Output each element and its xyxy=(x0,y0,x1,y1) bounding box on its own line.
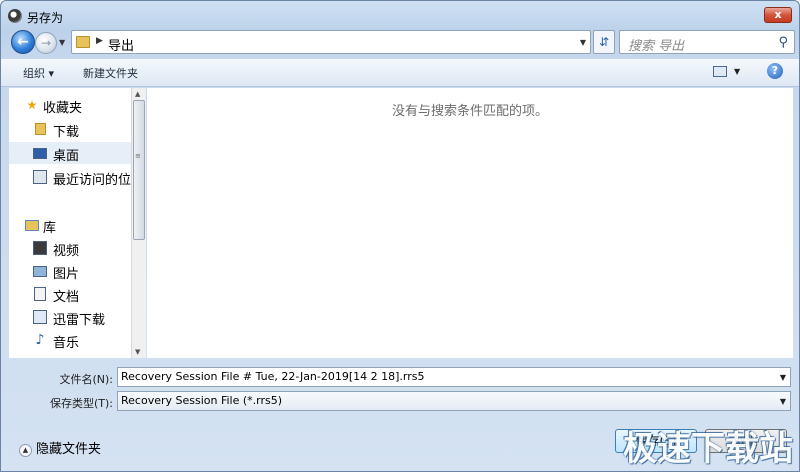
filename-field[interactable]: Recovery Session File # Tue, 22-Jan-2019… xyxy=(117,367,791,387)
star-icon: ★ xyxy=(26,98,38,112)
scroll-up-icon[interactable]: ▲ xyxy=(135,90,140,98)
folder-icon xyxy=(35,123,46,135)
nav-music[interactable]: ♪ 音乐 xyxy=(9,329,131,351)
desktop-icon xyxy=(33,148,47,159)
hide-folders-label: 隐藏文件夹 xyxy=(36,442,102,457)
command-bar: 组织 ▾ 新建文件夹 ▼ ? xyxy=(1,59,799,87)
breadcrumb-location[interactable]: 导出 xyxy=(108,35,134,54)
view-options-icon[interactable] xyxy=(713,66,727,77)
address-bar[interactable]: ▶ 导出 ▼ xyxy=(71,30,591,54)
watermark-text: 极速下载站 xyxy=(623,429,793,469)
filetype-label: 保存类型(T): xyxy=(49,397,113,410)
nav-favorites[interactable]: ★ 收藏夹 xyxy=(9,94,131,116)
scroll-grip-icon: ≡ xyxy=(135,152,141,160)
nav-libraries[interactable]: 库 xyxy=(9,214,131,236)
window-title: 另存为 xyxy=(27,11,64,25)
folder-icon xyxy=(76,36,90,48)
breadcrumb-arrow-icon[interactable]: ▶ xyxy=(96,36,103,46)
filetype-dropdown-icon[interactable]: ▼ xyxy=(780,397,786,406)
navigation-scrollbar[interactable]: ▲ ≡ ▼ xyxy=(131,88,146,358)
navigation-pane: ★ 收藏夹 下载 桌面 最近访问的位置 库 视频 图片 文档 xyxy=(9,88,131,358)
history-dropdown-icon[interactable]: ▼ xyxy=(59,38,65,47)
file-list[interactable]: 没有与搜索条件匹配的项。 xyxy=(147,88,793,358)
video-icon xyxy=(33,241,47,255)
nav-documents[interactable]: 文档 xyxy=(9,283,131,305)
empty-results-message: 没有与搜索条件匹配的项。 xyxy=(391,104,548,119)
close-button[interactable]: x xyxy=(764,7,792,23)
save-as-dialog: 另存为 x ← → ▼ ▶ 导出 ▼ ⇵ 搜索 导出 ⚲ 组织 ▾ 新建文件夹 … xyxy=(0,0,800,472)
search-placeholder: 搜索 导出 xyxy=(628,39,685,54)
refresh-button[interactable]: ⇵ xyxy=(593,30,615,54)
library-icon xyxy=(25,220,39,231)
nav-pictures[interactable]: 图片 xyxy=(9,260,131,282)
recent-places-icon xyxy=(33,170,47,184)
filename-label: 文件名(N): xyxy=(59,373,113,386)
address-row: ← → ▼ ▶ 导出 ▼ ⇵ 搜索 导出 ⚲ xyxy=(7,29,795,55)
nav-videos[interactable]: 视频 xyxy=(9,237,131,259)
filetype-select[interactable]: Recovery Session File (*.rrs5) ▼ xyxy=(117,391,791,411)
search-icon[interactable]: ⚲ xyxy=(778,35,788,50)
picture-icon xyxy=(33,266,47,277)
app-icon xyxy=(8,9,22,23)
organize-menu[interactable]: 组织 ▾ xyxy=(23,65,54,81)
forward-button[interactable]: → xyxy=(35,32,57,54)
filename-dropdown-icon[interactable]: ▼ xyxy=(780,373,786,382)
nav-downloads[interactable]: 下载 xyxy=(9,118,131,140)
back-button[interactable]: ← xyxy=(11,30,35,54)
chevron-up-icon: ▲ xyxy=(19,444,32,457)
nav-desktop[interactable]: 桌面 xyxy=(9,142,131,164)
address-dropdown-icon[interactable]: ▼ xyxy=(580,38,586,47)
help-icon[interactable]: ? xyxy=(767,63,783,79)
hide-folders-toggle[interactable]: ▲ 隐藏文件夹 xyxy=(19,438,101,457)
document-icon xyxy=(34,287,46,301)
view-dropdown-icon[interactable]: ▼ xyxy=(734,67,740,76)
scroll-thumb[interactable] xyxy=(133,100,145,240)
search-input[interactable]: 搜索 导出 ⚲ xyxy=(619,30,795,54)
nav-thunder-downloads[interactable]: 迅雷下载 xyxy=(9,306,131,328)
filename-value: Recovery Session File # Tue, 22-Jan-2019… xyxy=(121,370,425,383)
new-folder-button[interactable]: 新建文件夹 xyxy=(83,65,138,81)
music-icon: ♪ xyxy=(35,332,45,348)
thunder-download-icon xyxy=(33,310,47,324)
title-bar: 另存为 x xyxy=(1,1,799,31)
nav-recent-places[interactable]: 最近访问的位置 xyxy=(9,166,131,188)
filetype-value: Recovery Session File (*.rrs5) xyxy=(121,394,283,407)
scroll-down-icon[interactable]: ▼ xyxy=(135,348,140,356)
